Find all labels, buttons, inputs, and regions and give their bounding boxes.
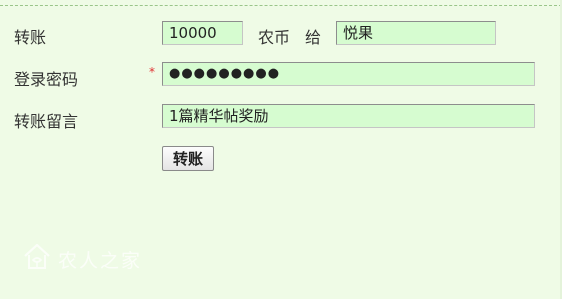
message-input[interactable]: 1篇精华帖奖励 <box>162 104 535 128</box>
watermark-text: 农人之家 <box>58 249 143 272</box>
top-divider <box>0 5 562 6</box>
amount-input[interactable]: 10000 <box>162 21 243 45</box>
transfer-submit-button[interactable]: 转账 <box>162 146 215 171</box>
watermark: 农人之家 <box>22 242 142 276</box>
message-label: 转账留言 <box>14 112 79 131</box>
currency-label: 农币 <box>258 28 291 47</box>
transfer-label: 转账 <box>14 28 47 47</box>
password-input[interactable]: ●●●●●●●●● <box>162 62 535 86</box>
required-mark: * <box>149 65 155 79</box>
recipient-input[interactable]: 悦果 <box>336 21 496 45</box>
house-logo-icon <box>22 242 52 276</box>
password-label: 登录密码 <box>14 70 79 89</box>
to-label: 给 <box>305 28 322 47</box>
